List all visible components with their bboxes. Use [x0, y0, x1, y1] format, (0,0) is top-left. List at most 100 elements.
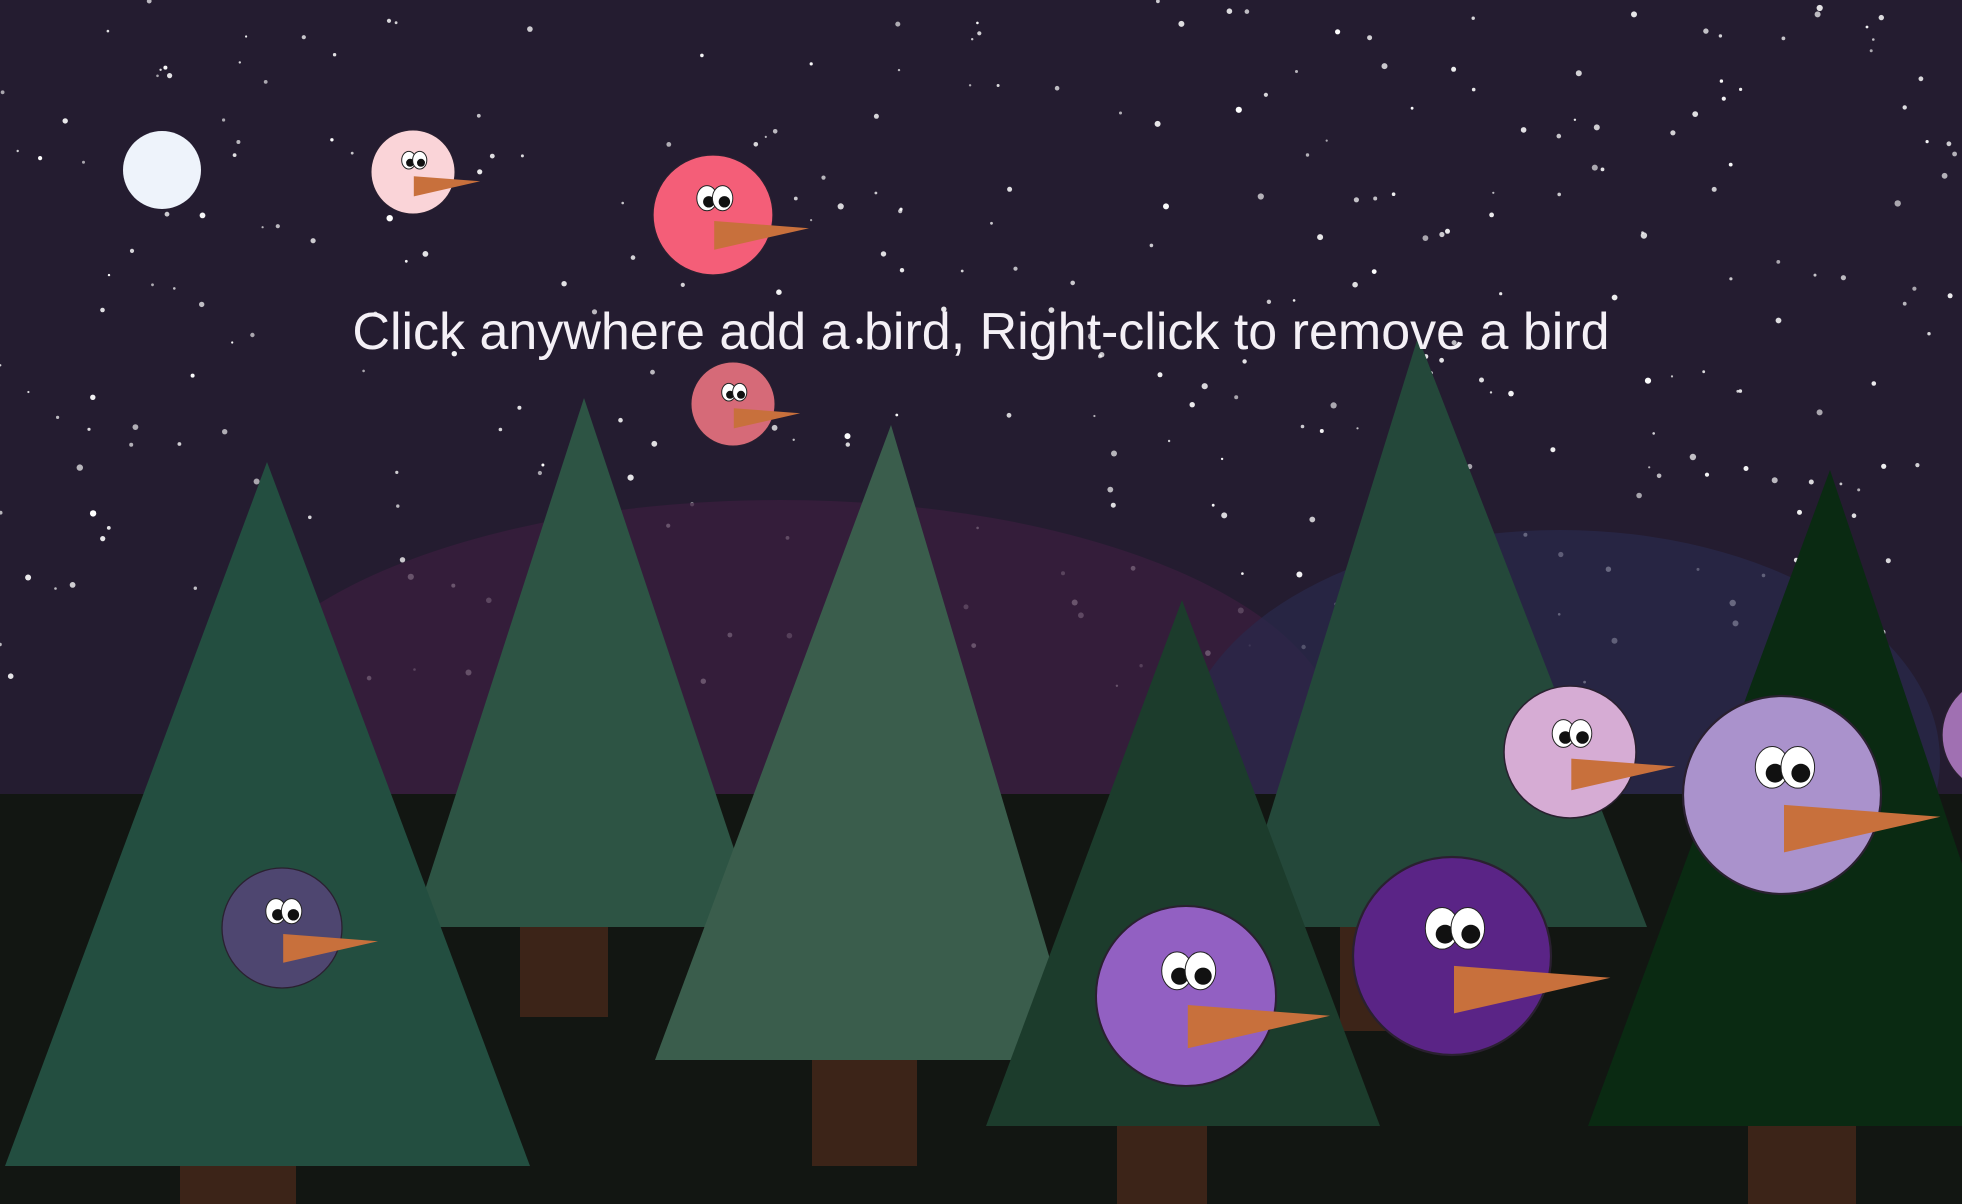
star [1070, 280, 1075, 286]
star [1878, 14, 1885, 21]
star [792, 438, 795, 441]
scene-svg[interactable] [0, 0, 1962, 1204]
star [1719, 79, 1724, 83]
star [395, 470, 399, 474]
star [1371, 269, 1377, 274]
bird-body [1351, 855, 1553, 1057]
star [1352, 281, 1358, 288]
star [1600, 167, 1605, 172]
star [1110, 502, 1116, 508]
star [1422, 235, 1429, 242]
star [167, 73, 173, 79]
star [107, 273, 111, 277]
bird-body [1503, 685, 1637, 819]
game-canvas[interactable]: Click anywhere add a bird, Right-click t… [0, 0, 1962, 1204]
star [1881, 463, 1887, 469]
star [899, 268, 905, 273]
star [163, 65, 168, 70]
star [477, 169, 483, 175]
star [1317, 234, 1324, 241]
star [1915, 463, 1920, 468]
star [106, 526, 111, 530]
star [151, 283, 154, 287]
star [1007, 186, 1013, 192]
star [1353, 197, 1359, 203]
star [350, 151, 354, 155]
star [422, 251, 429, 257]
bird-pupil-right [1194, 967, 1212, 985]
star [159, 68, 162, 72]
star [1925, 140, 1929, 144]
star [476, 113, 481, 118]
star [399, 557, 406, 563]
star [809, 62, 813, 66]
star [1952, 151, 1957, 157]
star [193, 586, 197, 590]
star [1550, 447, 1556, 453]
star [132, 424, 139, 430]
star [1163, 203, 1169, 210]
star [1816, 4, 1823, 12]
star [1729, 277, 1733, 281]
star [941, 306, 947, 312]
star [261, 226, 264, 229]
star [897, 68, 901, 72]
star [199, 301, 205, 308]
star [960, 269, 964, 273]
star [1941, 172, 1948, 179]
star [764, 135, 767, 138]
star [308, 515, 312, 520]
star [0, 90, 5, 95]
star [498, 427, 503, 432]
star [821, 175, 826, 180]
star [1499, 292, 1503, 296]
star [82, 160, 85, 164]
star [404, 259, 408, 263]
star [1013, 266, 1018, 271]
star [627, 474, 634, 481]
star [1656, 473, 1662, 479]
bird-pupil-right [1791, 763, 1811, 783]
star [1220, 457, 1224, 461]
star [1492, 191, 1495, 194]
star [332, 53, 337, 57]
star [54, 587, 57, 590]
star [1479, 377, 1484, 383]
star [996, 84, 1000, 87]
star [1266, 299, 1272, 304]
bird-body [370, 129, 456, 215]
star [1356, 427, 1359, 430]
star [129, 248, 135, 253]
star [837, 203, 844, 210]
star [222, 118, 226, 122]
star [245, 35, 248, 38]
star [236, 140, 241, 144]
star [1391, 192, 1396, 196]
star [771, 424, 778, 431]
star [1816, 409, 1823, 416]
star [1235, 106, 1242, 113]
star [772, 129, 778, 134]
star [253, 478, 260, 485]
star [990, 221, 993, 225]
star [1736, 389, 1740, 393]
star [1912, 286, 1917, 291]
star [1178, 20, 1185, 27]
bird-body [652, 154, 774, 276]
star [1257, 193, 1264, 200]
star [618, 417, 623, 423]
star [1211, 503, 1215, 507]
star [1189, 402, 1195, 408]
bird-pupil-right [1576, 731, 1589, 744]
star [1325, 139, 1328, 142]
star [537, 470, 543, 476]
star [1865, 25, 1869, 29]
star [1006, 412, 1012, 418]
star [1439, 231, 1445, 238]
bird-pupil-right [1461, 924, 1481, 944]
star [1330, 402, 1337, 409]
star [90, 394, 96, 400]
star [310, 238, 316, 244]
star [1410, 106, 1414, 110]
star [1771, 477, 1778, 484]
